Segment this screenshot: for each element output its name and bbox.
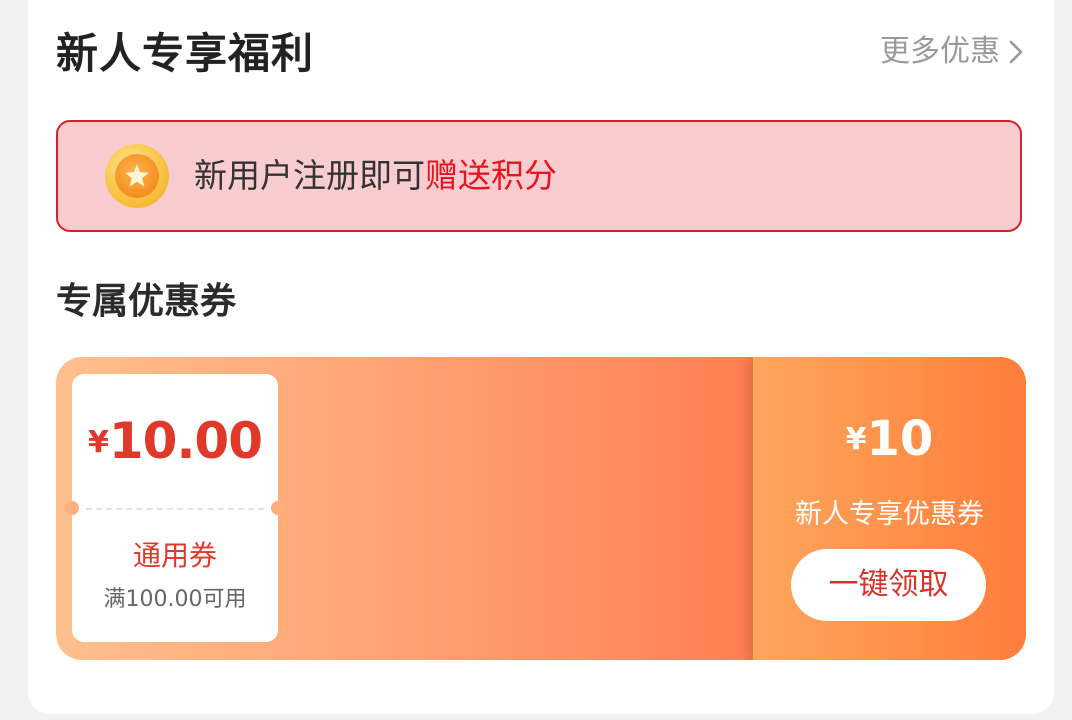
points-banner-text: 新用户注册即可赠送积分 <box>194 154 557 198</box>
coupon-notch-right <box>271 501 285 515</box>
panel-total-amount: ¥10 <box>753 411 1026 467</box>
more-offers-label: 更多优惠 <box>880 34 1000 69</box>
more-offers-link[interactable]: 更多优惠 <box>880 30 1024 74</box>
claim-all-button[interactable]: 一键领取 <box>791 549 986 621</box>
panel-label: 新人专享优惠券 <box>795 499 984 530</box>
claim-panel: ¥10 新人专享优惠券 一键领取 <box>753 357 1026 660</box>
points-text-prefix: 新用户注册即可 <box>194 156 425 195</box>
panel-currency: ¥ <box>845 422 867 457</box>
coupon-amount: ¥10.00 <box>72 412 278 470</box>
chevron-right-icon <box>1009 40 1023 64</box>
coupon-notch-left <box>65 501 79 515</box>
coin-star-icon <box>105 144 169 208</box>
section-title: 新人专享福利 <box>56 29 315 78</box>
coupon-item[interactable]: ¥10.00 通用券 满100.00可用 <box>65 374 285 642</box>
coupon-section-heading: 专属优惠券 <box>56 281 237 322</box>
coupon-perforation <box>86 508 264 510</box>
coupon-strip: ¥10.00 通用券 满100.00可用 ¥10 新人专享优惠券 一键领取 <box>56 357 1026 660</box>
coupon-condition: 满100.00可用 <box>103 587 247 612</box>
coupon-amount-value: 10.00 <box>108 412 263 470</box>
points-text-highlight: 赠送积分 <box>425 156 557 195</box>
coupon-currency: ¥ <box>87 425 109 460</box>
points-banner[interactable]: 新用户注册即可赠送积分 <box>56 120 1022 232</box>
coupon-type: 通用券 <box>132 539 217 572</box>
panel-amount-value: 10 <box>866 411 934 467</box>
